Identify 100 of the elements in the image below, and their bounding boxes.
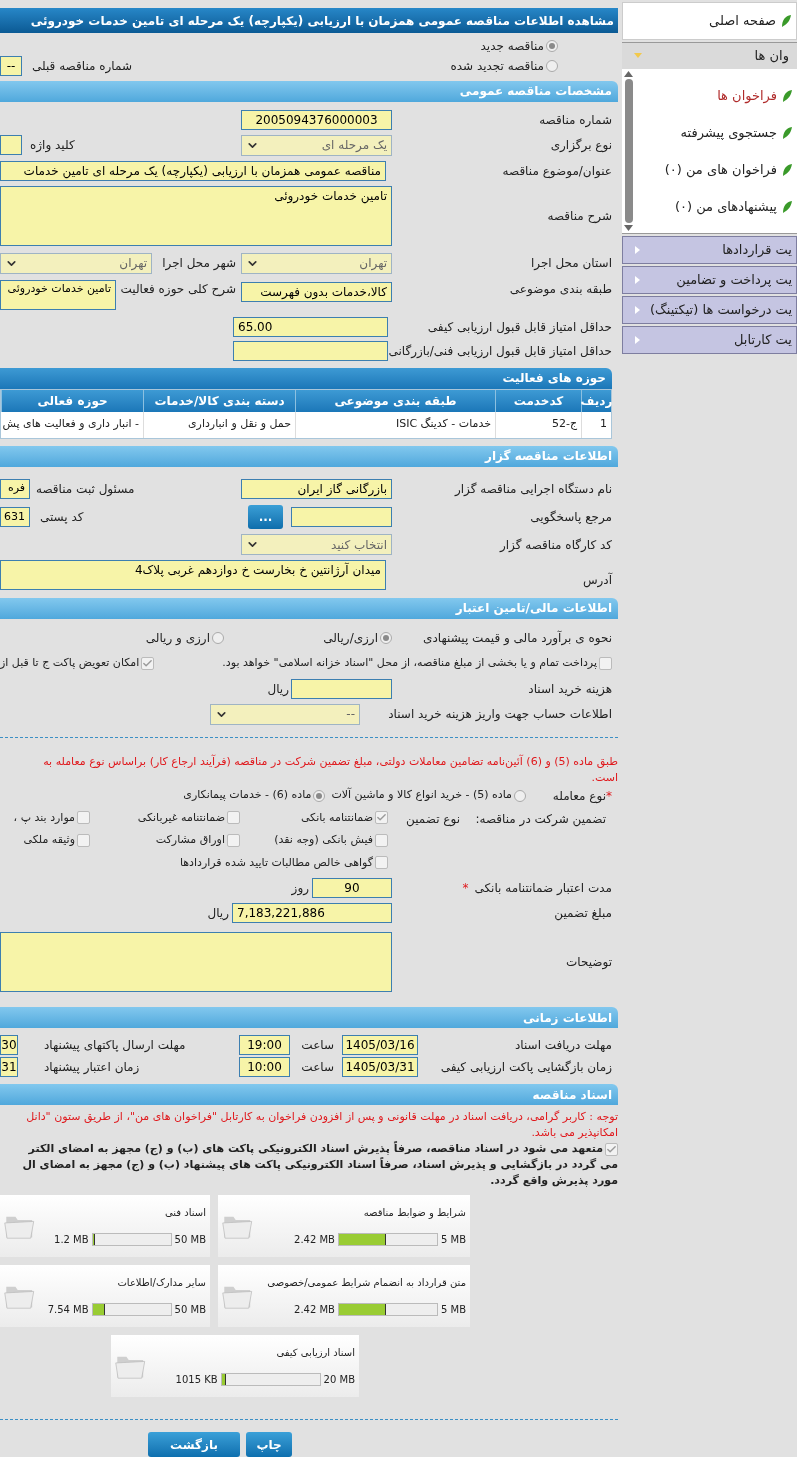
validity-field: 90 [312,878,392,898]
menu-item[interactable]: جستجوی پیشرفته [635,122,797,143]
tender-number-field: 2005094376000003 [241,109,392,130]
field-label: نحوه ی برآورد مالی و قیمت پیشنهادی [422,629,612,647]
province-select[interactable]: تهران [241,252,392,274]
field-label: مسئول ثبت مناقصه [36,480,135,498]
time-field: 10:00 [239,1057,290,1077]
notice-text: طبق ماده (5) و (6) آئین‌نامه تضامین معاملات دولتی، مبلغ تضمین شرکت در مناقصه (فرآیند ارجاع کار) براساس نوع معامله به [42,753,618,770]
reference-field[interactable] [291,507,392,527]
required-mark: * [606,787,612,803]
file-size: 2.42 MB [294,1233,335,1247]
field-label: زمان اعتبار پیشنهاد [44,1059,140,1076]
checkbox[interactable] [141,657,155,670]
table-cell: حمل و نقل و انبارداری [143,411,295,438]
radio-button[interactable] [546,40,558,53]
quality-score-field: 65.00 [233,316,388,337]
radio-button[interactable] [313,789,326,802]
field-label: کد کارگاه مناقصه گزار [498,536,612,554]
field-label: نام دستگاه اجرایی مناقصه گزار [453,480,612,498]
leaf-icon [781,88,793,103]
menu-item[interactable]: فراخوان ها [635,85,797,106]
menu-section[interactable]: یت کارتابل [622,326,797,354]
field-label: شماره مناقصه قبلی [32,58,132,76]
radio-button[interactable] [212,631,224,644]
notes-textarea[interactable] [0,932,392,992]
field-label: کد پستی [40,509,84,526]
field-label: نوع معامله [551,787,606,805]
checkbox-label: ضمانتنامه بانکی [300,809,373,826]
checkbox-label: ضمانتنامه غیربانکی [137,809,225,826]
menu-section[interactable]: یت قراردادها [622,236,797,264]
file-size: 7.54 MB [47,1303,89,1317]
checkbox[interactable] [375,833,388,847]
checkbox[interactable] [227,833,240,847]
print-button[interactable]: چاپ [246,1432,292,1457]
city-select[interactable]: تهران [0,252,152,274]
date-field: 1405/03/16 [342,1035,418,1055]
column-header: کدخدمت [495,389,581,412]
account-select[interactable]: -- [210,703,360,725]
checkbox[interactable] [375,811,388,825]
unit-label: روز [291,880,309,897]
field-label: کلید واژه [30,137,75,154]
checkbox[interactable] [599,657,612,670]
scrollbar[interactable] [622,69,635,233]
holding-type-select[interactable]: یک مرحله ای [241,134,392,156]
menu-section[interactable]: یت درخواست ها (تیکتینگ) [622,296,797,324]
menu-item[interactable]: فراخوان های من (۰) [635,159,797,180]
leaf-icon [781,162,793,177]
checkbox-label: پرداخت تمام و یا بخشی از مبلغ مناقصه، از محل "اسناد خزانه اسلامی" خواهد بود. [222,655,597,672]
document-title: متن قرارداد به انضمام شرایط عمومی/خصوصی [266,1276,466,1290]
checkbox[interactable] [227,811,240,825]
activity-field: تامین خدمات خودروئی [0,279,116,310]
size-limit: 50 MB [174,1233,206,1247]
table-cell: 1 [581,411,611,438]
subject-field: مناقصه عمومی همزمان با ارزیابی (یکپارچه) یک مرحله ای تامین خدمات [0,160,386,181]
home-link[interactable]: صفحه اصلی [622,2,797,40]
section-heading: حوزه های فعالیت [0,367,612,389]
menu-section[interactable]: یت پرداخت و تضامین [622,266,797,294]
size-limit: 5 MB [440,1233,466,1247]
leaf-icon [781,199,793,214]
radio-button[interactable] [514,789,526,802]
document-title: اسناد ارزیابی کیفی [275,1346,355,1360]
page-title: مشاهده اطلاعات مناقصه عمومی همزمان با ارزیابی (یکپارچه) یک مرحله ای تامین خدمات خودروئی [0,8,618,34]
field-label: نوع تضمین [405,810,460,829]
scroll-down-icon[interactable] [624,225,633,231]
back-button[interactable]: بازگشت [148,1432,240,1457]
radio-button[interactable] [380,631,392,644]
checkbox-label: وثیقه ملکی [23,832,75,848]
checkbox[interactable] [375,856,388,870]
date-field: 1405/03/31 [342,1057,418,1077]
date-field: 30 [0,1035,18,1055]
checkbox[interactable] [77,811,90,825]
commitment-text: مورد پذیرش واقع گردد. [490,1173,618,1189]
radio-label: ارزی/ریالی [323,629,378,647]
registrar-field: فره [0,478,30,499]
scroll-up-icon[interactable] [624,71,633,77]
browse-button[interactable]: ... [248,505,283,529]
postal-code-field: 631 [0,507,30,527]
workshop-select[interactable]: انتخاب کنید [241,534,392,555]
menu-item[interactable]: پیشنهادهای من (۰) [635,196,797,217]
column-header: حوزه فعالی [1,389,143,412]
keyword-field[interactable] [0,135,22,155]
section-heading: اسناد مناقصه [0,1084,618,1105]
field-label: شرح کلی حوزه فعالیت [119,280,237,298]
document-title: اسناد فنی [164,1206,206,1220]
checkbox[interactable] [605,1142,618,1156]
file-size: 1015 KB [175,1373,218,1387]
file-size: 2.42 MB [294,1303,335,1317]
table-cell: ج-52 [495,411,581,438]
field-label: شماره مناقصه [538,111,612,129]
time-field: 19:00 [239,1035,290,1055]
address-field: میدان آرژانتین خ بخارست خ دوازدهم غربی پلاک4 [0,559,386,590]
radio-button[interactable] [546,60,558,73]
field-label: مدت اعتبار ضمانتنامه بانکی [474,880,612,897]
menu-group-header[interactable]: وان ها [622,42,797,69]
notice-text: است. [590,769,618,786]
description-textarea: تامین خدمات خودروئی [0,185,392,246]
field-label: هزینه خرید اسناد [527,681,612,698]
radio-label: مناقصه تجدید شده [450,58,544,76]
checkbox[interactable] [77,833,90,847]
section-heading: اطلاعات مناقصه گزار [0,445,618,467]
